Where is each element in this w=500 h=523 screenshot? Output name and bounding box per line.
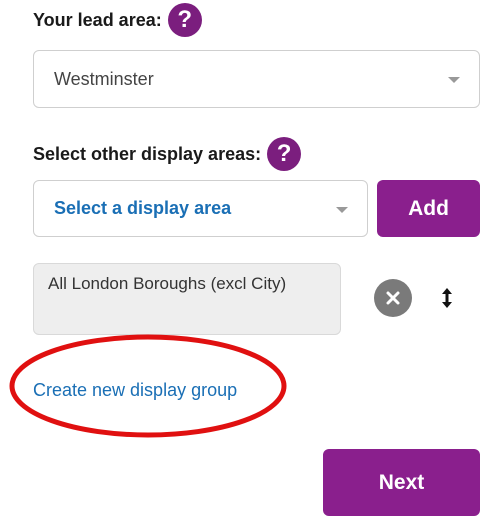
question-mark-icon[interactable]: ? [267,137,302,171]
question-mark-icon[interactable]: ? [167,3,202,37]
close-icon [386,291,400,305]
reorder-handle[interactable] [440,287,454,309]
next-button[interactable]: Next [323,449,480,516]
selected-display-area-tag: All London Boroughs (excl City) [33,263,341,335]
lead-area-value: Westminster [54,68,154,89]
display-areas-label: Select other display areas: [33,143,262,164]
display-area-placeholder: Select a display area [54,198,232,218]
lead-area-label-row: Your lead area: ? [33,0,202,40]
selected-display-area-label: All London Boroughs (excl City) [48,274,287,293]
lead-area-label: Your lead area: [33,9,162,30]
remove-area-button[interactable] [374,279,412,317]
add-button[interactable]: Add [377,180,480,237]
lead-area-select[interactable]: Westminster [33,50,480,108]
sort-arrows-icon [442,288,452,308]
display-area-select[interactable]: Select a display area [33,180,368,237]
display-areas-label-row: Select other display areas: ? [33,134,302,174]
chevron-down-icon [336,207,348,213]
chevron-down-icon [448,77,460,83]
highlight-circle-annotation [9,334,287,438]
